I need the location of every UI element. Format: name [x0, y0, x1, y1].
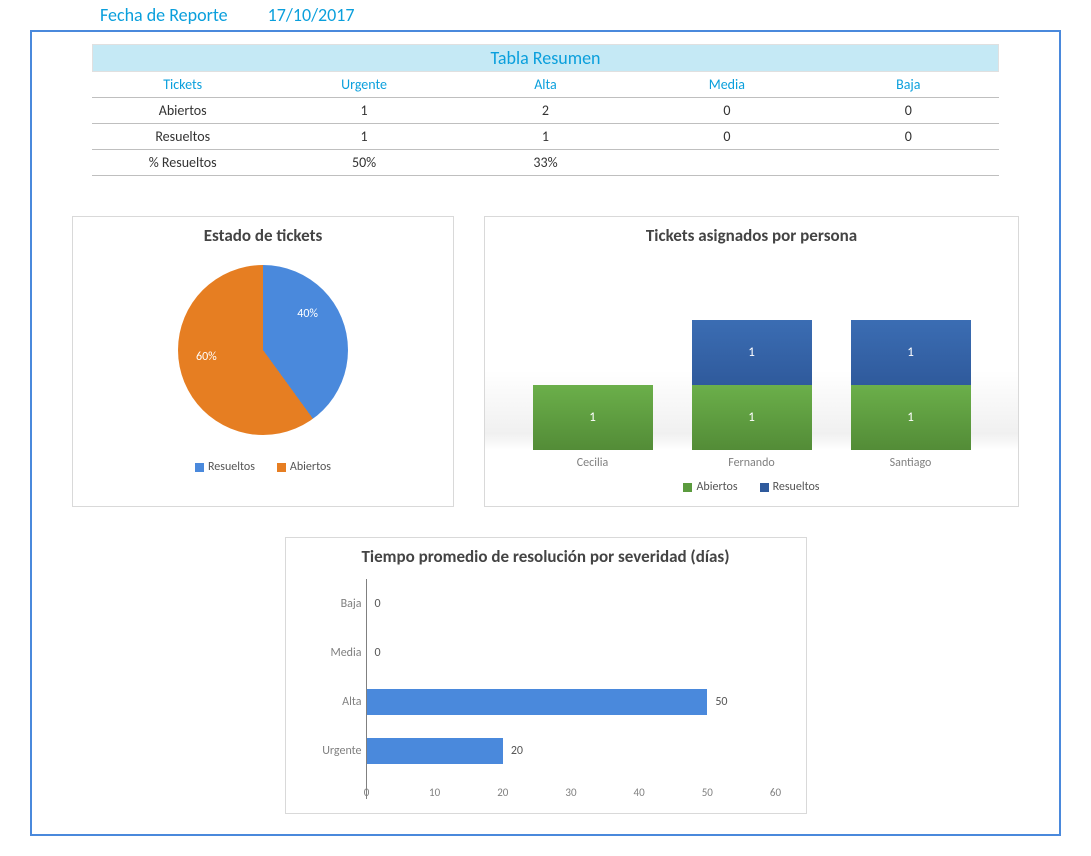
legend-item: Abiertos	[683, 480, 737, 494]
cell: 1	[273, 124, 454, 150]
cat-label: Fernando	[692, 456, 812, 470]
stacked-bar-area: 1 1 1 1 1	[485, 250, 1018, 450]
legend-item: Resueltos	[760, 480, 820, 494]
stack-bar: 1 1	[851, 320, 971, 450]
cell	[636, 150, 817, 176]
cat-label: Santiago	[851, 456, 971, 470]
cell: 2	[455, 98, 636, 124]
legend-label: Abiertos	[290, 460, 331, 474]
seg-abiertos: 1	[851, 385, 971, 450]
cell: 0	[818, 98, 999, 124]
cell	[818, 150, 999, 176]
report-date-header: Fecha de Reporte 17/10/2017	[30, 0, 1061, 30]
legend-item: Resueltos	[195, 460, 255, 474]
seg-resueltos: 1	[692, 320, 812, 385]
xtick: 40	[634, 786, 645, 799]
hbar-row: Baja 0	[367, 584, 776, 624]
stack-col: 1 1	[851, 320, 971, 450]
pie-label-resueltos: 40%	[297, 307, 318, 321]
hbar-value: 50	[715, 695, 727, 709]
hbar-cat: Urgente	[292, 744, 362, 758]
square-icon	[683, 483, 692, 492]
square-icon	[277, 463, 286, 472]
summary-title: Tabla Resumen	[92, 44, 999, 72]
table-row: Abiertos 1 2 0 0	[92, 98, 999, 124]
cell: 0	[818, 124, 999, 150]
cat-label: Cecilia	[533, 456, 653, 470]
col-baja: Baja	[818, 72, 999, 98]
seg-resueltos: 1	[851, 320, 971, 385]
hbar-value: 20	[511, 744, 523, 758]
report-page: Fecha de Reporte 17/10/2017 Tabla Resume…	[0, 0, 1091, 856]
hbar-title: Tiempo promedio de resolución por severi…	[286, 538, 806, 571]
table-row: % Resueltos 50% 33%	[92, 150, 999, 176]
summary-table-block: Tabla Resumen Tickets Urgente Alta Media…	[92, 44, 999, 176]
col-urgente: Urgente	[273, 72, 454, 98]
legend-item: Abiertos	[277, 460, 331, 474]
stacked-bar-title: Tickets asignados por persona	[485, 217, 1018, 250]
stack-col: 1 1	[692, 320, 812, 450]
summary-table: Tickets Urgente Alta Media Baja Abiertos…	[92, 72, 999, 176]
col-media: Media	[636, 72, 817, 98]
hbar-row: Media 0	[367, 633, 776, 673]
report-frame: Tabla Resumen Tickets Urgente Alta Media…	[30, 30, 1061, 836]
legend-label: Resueltos	[208, 460, 255, 474]
stacked-cat-labels: Cecilia Fernando Santiago	[485, 450, 1018, 470]
hbar-row: Urgente 20	[367, 731, 776, 771]
cell: 50%	[273, 150, 454, 176]
cell: 33%	[455, 150, 636, 176]
stacked-legend: Abiertos Resueltos	[485, 470, 1018, 506]
seg-abiertos: 1	[692, 385, 812, 450]
stack-col: 1	[533, 385, 653, 450]
pie-chart: 40% 60%	[178, 265, 348, 435]
charts-row: Estado de tickets 40% 60% Resueltos Abie…	[72, 216, 1019, 507]
pie-legend: Resueltos Abiertos	[73, 450, 453, 486]
stack-bar: 1	[533, 385, 653, 450]
report-date-value: 17/10/2017	[268, 4, 355, 26]
hbar-cat: Baja	[292, 597, 362, 611]
xtick: 10	[429, 786, 440, 799]
report-date-label: Fecha de Reporte	[100, 4, 228, 26]
cell: 0	[636, 98, 817, 124]
col-tickets: Tickets	[92, 72, 273, 98]
summary-header-row: Tickets Urgente Alta Media Baja	[92, 72, 999, 98]
pie-chart-title: Estado de tickets	[73, 217, 453, 250]
hbar-value: 0	[375, 597, 381, 611]
hbar-row: Alta 50	[367, 682, 776, 722]
hbar-panel: Tiempo promedio de resolución por severi…	[285, 537, 807, 814]
hbar-plot: 0 10 20 30 40 50 60 Baja 0 Media 0	[366, 579, 776, 799]
cell: 1	[455, 124, 636, 150]
hbar-cat: Alta	[292, 695, 362, 709]
seg-abiertos: 1	[533, 385, 653, 450]
legend-label: Resueltos	[773, 480, 820, 494]
cell: 0	[636, 124, 817, 150]
xtick: 0	[364, 786, 370, 799]
cell: 1	[273, 98, 454, 124]
xtick: 30	[565, 786, 576, 799]
row-label: Resueltos	[92, 124, 273, 150]
xtick: 50	[702, 786, 713, 799]
legend-label: Abiertos	[696, 480, 737, 494]
square-icon	[760, 483, 769, 492]
table-row: Resueltos 1 1 0 0	[92, 124, 999, 150]
hbar-bar	[367, 738, 503, 764]
stacked-bar-panel: Tickets asignados por persona 1 1 1	[484, 216, 1019, 507]
row-label: Abiertos	[92, 98, 273, 124]
pie-chart-area: 40% 60%	[73, 250, 453, 450]
hbar-rows: Baja 0 Media 0 Alta 50	[367, 579, 776, 775]
stack-bar: 1 1	[692, 320, 812, 450]
square-icon	[195, 463, 204, 472]
row-label: % Resueltos	[92, 150, 273, 176]
pie-label-abiertos: 60%	[196, 350, 217, 364]
hbar-bar	[367, 689, 708, 715]
xtick: 20	[497, 786, 508, 799]
xtick: 60	[770, 786, 781, 799]
hbar-cat: Media	[292, 646, 362, 660]
pie-chart-panel: Estado de tickets 40% 60% Resueltos Abie…	[72, 216, 454, 507]
hbar-value: 0	[375, 646, 381, 660]
col-alta: Alta	[455, 72, 636, 98]
